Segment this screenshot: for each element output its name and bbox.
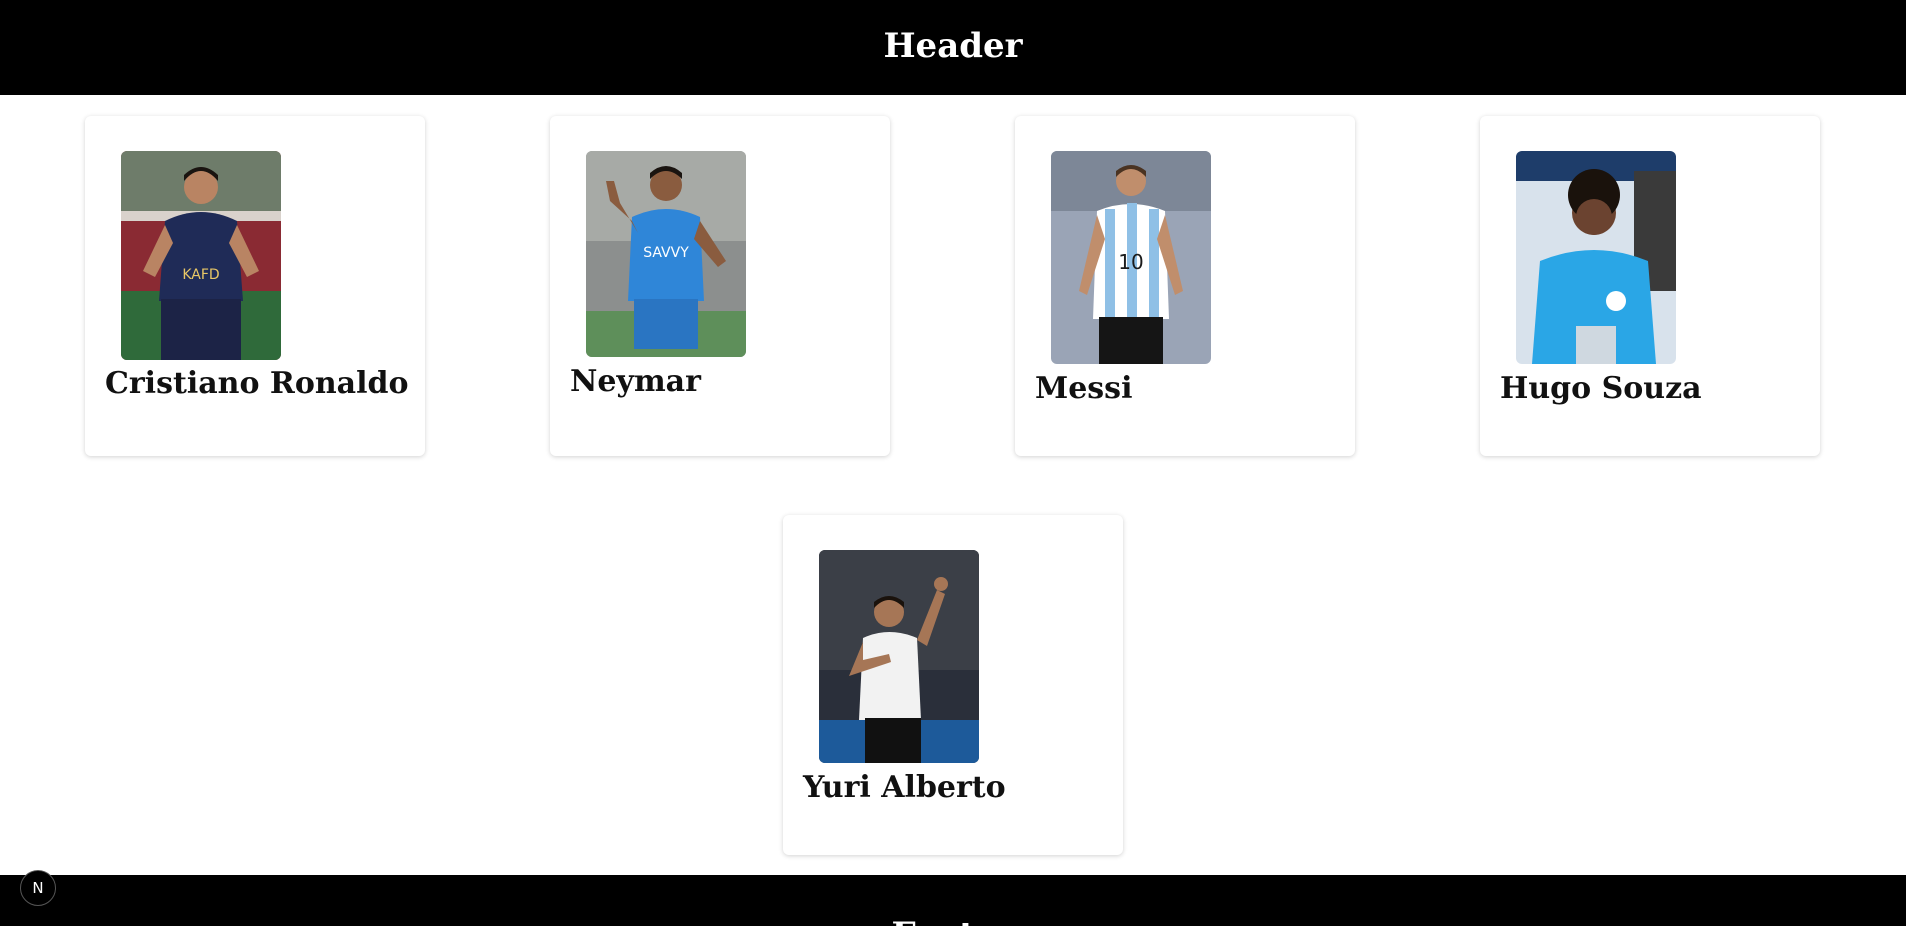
player-photo: 10 xyxy=(1051,151,1211,364)
player-name: Yuri Alberto xyxy=(803,770,1006,805)
player-photo xyxy=(1516,151,1676,364)
player-name: Neymar xyxy=(570,364,701,399)
player-card: KAFD Cristiano Ronaldo xyxy=(85,116,425,456)
page-footer: Footer xyxy=(0,875,1906,926)
nextjs-dev-indicator-button[interactable]: N xyxy=(20,870,56,906)
player-card: Hugo Souza xyxy=(1480,116,1820,456)
player-photo: KAFD xyxy=(121,151,281,360)
player-card: 10 Messi xyxy=(1015,116,1355,456)
player-photo: SAVVY xyxy=(586,151,746,357)
svg-text:10: 10 xyxy=(1118,250,1143,274)
footer-label: Footer xyxy=(0,915,1906,926)
player-card: SAVVY Neymar xyxy=(550,116,890,456)
header-title: Header xyxy=(883,25,1023,66)
svg-text:SAVVY: SAVVY xyxy=(643,245,689,261)
player-card: Yuri Alberto xyxy=(783,515,1123,855)
player-name: Messi xyxy=(1035,371,1133,406)
page-header: Header xyxy=(0,0,1906,95)
svg-text:KAFD: KAFD xyxy=(182,267,219,283)
n-logo-icon: N xyxy=(32,879,44,897)
player-photo xyxy=(819,550,979,763)
player-name: Hugo Souza xyxy=(1500,371,1702,406)
player-name: Cristiano Ronaldo xyxy=(105,366,409,401)
